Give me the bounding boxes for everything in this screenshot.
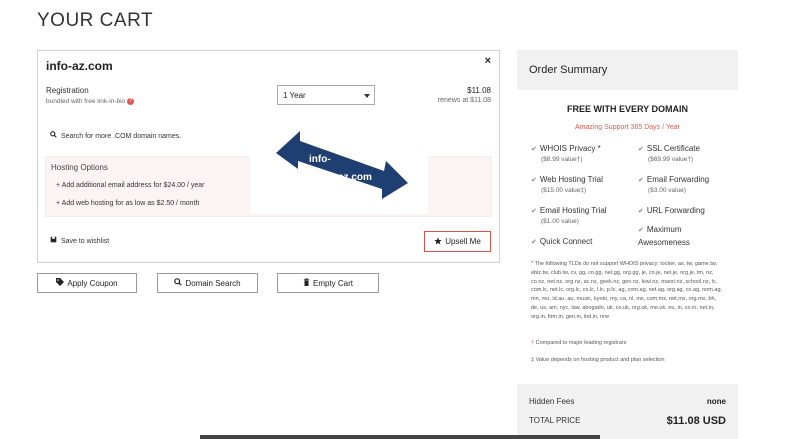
feature-maximum-awesomeness: ✔ Maximum Awesomeness xyxy=(638,224,728,249)
registration-subtext: bundled with free link-in-bio? xyxy=(46,98,135,106)
search-icon xyxy=(50,131,59,140)
total-price-value: $11.08 USD xyxy=(666,415,726,427)
totals-box: Hidden Fees none TOTAL PRICE $11.08 USD xyxy=(517,384,738,439)
check-icon: ✔ xyxy=(531,146,537,153)
feature-name: Email Forwarding xyxy=(646,175,710,184)
feature-price: ($3.00 value) xyxy=(648,187,686,194)
cart-domain-name: info-az.com xyxy=(46,59,113,73)
feature-name: SSL Certificate xyxy=(646,144,700,153)
feature-name: Email Hosting Trial xyxy=(539,206,607,215)
bottom-bar xyxy=(200,435,600,439)
support-text: Amazing Support 365 Days / Year xyxy=(574,124,681,131)
close-icon[interactable]: × xyxy=(485,55,491,67)
check-icon: ✔ xyxy=(638,208,644,215)
empty-cart-button[interactable]: Empty Cart xyxy=(277,273,379,293)
save-icon xyxy=(50,236,59,245)
feature-name: Maximum Awesomeness xyxy=(638,225,690,247)
feature-price: ($1.00 value) xyxy=(541,218,579,225)
caret-down-icon xyxy=(364,94,370,98)
search-more-text: Search for more .COM domain names. xyxy=(60,133,182,140)
feature-email-hosting-trial: ✔ Email Hosting Trial ($1.00 value) xyxy=(531,206,607,225)
check-icon: ✔ xyxy=(531,177,537,184)
search-more-link[interactable]: Search for more .COM domain names. xyxy=(50,131,181,140)
note-compared: † Compared to major leading registrars xyxy=(531,340,626,346)
upsell-me-button[interactable]: Upsell Me xyxy=(424,231,491,252)
note-compared-text: Compared to major leading registrars xyxy=(535,340,627,346)
registration-label: Registration xyxy=(46,86,89,95)
star-icon xyxy=(434,236,442,247)
double-dagger-mark: ‡ xyxy=(531,357,535,363)
domain-search-button[interactable]: Domain Search xyxy=(157,273,258,293)
check-icon: ✔ xyxy=(638,227,644,234)
check-icon: ✔ xyxy=(531,239,537,246)
hosting-options-title: Hosting Options xyxy=(51,163,108,172)
add-email-option[interactable]: + Add additional email address for $24.0… xyxy=(56,182,204,189)
add-hosting-option[interactable]: + Add web hosting for as low as $2.50 / … xyxy=(56,200,199,207)
term-selected-value: 1 Year xyxy=(283,91,306,100)
empty-cart-label: Empty Cart xyxy=(312,278,353,288)
feature-price: ($8.99 value†) xyxy=(541,156,583,163)
wishlist-text: Save to wishlist xyxy=(60,238,110,245)
tag-icon xyxy=(56,278,65,288)
feature-name: Quick Connect xyxy=(539,237,593,246)
note-value: ‡ Value depends on hosting product and p… xyxy=(531,357,665,363)
hidden-fees-label: Hidden Fees xyxy=(529,397,575,406)
feature-price: ($15.00 value‡) xyxy=(541,187,587,194)
free-with-domain-title: FREE WITH EVERY DOMAIN xyxy=(566,104,688,114)
feature-whois-privacy: ✔ WHOIS Privacy * ($8.99 value†) xyxy=(531,144,601,163)
item-price: $11.08 xyxy=(467,86,491,95)
feature-email-forwarding: ✔ Email Forwarding ($3.00 value) xyxy=(638,175,709,194)
apply-coupon-button[interactable]: Apply Coupon xyxy=(37,273,137,293)
feature-name: Web Hosting Trial xyxy=(539,175,603,184)
registration-sub-text: bundled with free link-in-bio xyxy=(46,98,126,106)
check-icon: ✔ xyxy=(638,177,644,184)
order-summary-header: Order Summary xyxy=(517,50,738,90)
domain-search-label: Domain Search xyxy=(185,278,241,288)
trash-icon xyxy=(303,278,310,288)
overlay-text-line2: az.com xyxy=(338,172,372,183)
double-arrow-shape xyxy=(276,131,408,199)
feature-quick-connect: ✔ Quick Connect xyxy=(531,237,592,246)
check-icon: ✔ xyxy=(638,146,644,153)
overlay-text-line1: info- xyxy=(309,154,331,165)
renewal-price: renews at $11.08 xyxy=(437,97,491,104)
apply-coupon-label: Apply Coupon xyxy=(67,278,118,288)
hidden-fees-value: none xyxy=(706,397,726,406)
page-title: YOUR CART xyxy=(37,10,154,31)
feature-name: URL Forwarding xyxy=(646,206,705,215)
info-icon[interactable]: ? xyxy=(127,98,135,105)
whois-fine-print: * The following TLDs do not support WHOI… xyxy=(531,261,723,320)
term-select[interactable]: 1 Year xyxy=(277,85,375,105)
upsell-label: Upsell Me xyxy=(445,237,481,246)
feature-url-forwarding: ✔ URL Forwarding xyxy=(638,206,705,215)
check-icon: ✔ xyxy=(531,208,537,215)
total-price-label: TOTAL PRICE xyxy=(529,416,581,425)
save-to-wishlist-link[interactable]: Save to wishlist xyxy=(50,236,109,245)
double-arrow-graphic: info- az.com xyxy=(276,131,408,199)
feature-name: WHOIS Privacy * xyxy=(539,144,601,153)
feature-price: ($69.99 value†) xyxy=(648,156,694,163)
note-value-text: Value depends on hosting product and pla… xyxy=(535,357,665,363)
dagger-mark: † xyxy=(531,340,535,346)
feature-web-hosting-trial: ✔ Web Hosting Trial ($15.00 value‡) xyxy=(531,175,603,194)
search-icon xyxy=(174,278,183,288)
order-summary-title: Order Summary xyxy=(529,64,608,76)
feature-ssl-certificate: ✔ SSL Certificate ($69.99 value†) xyxy=(638,144,700,163)
